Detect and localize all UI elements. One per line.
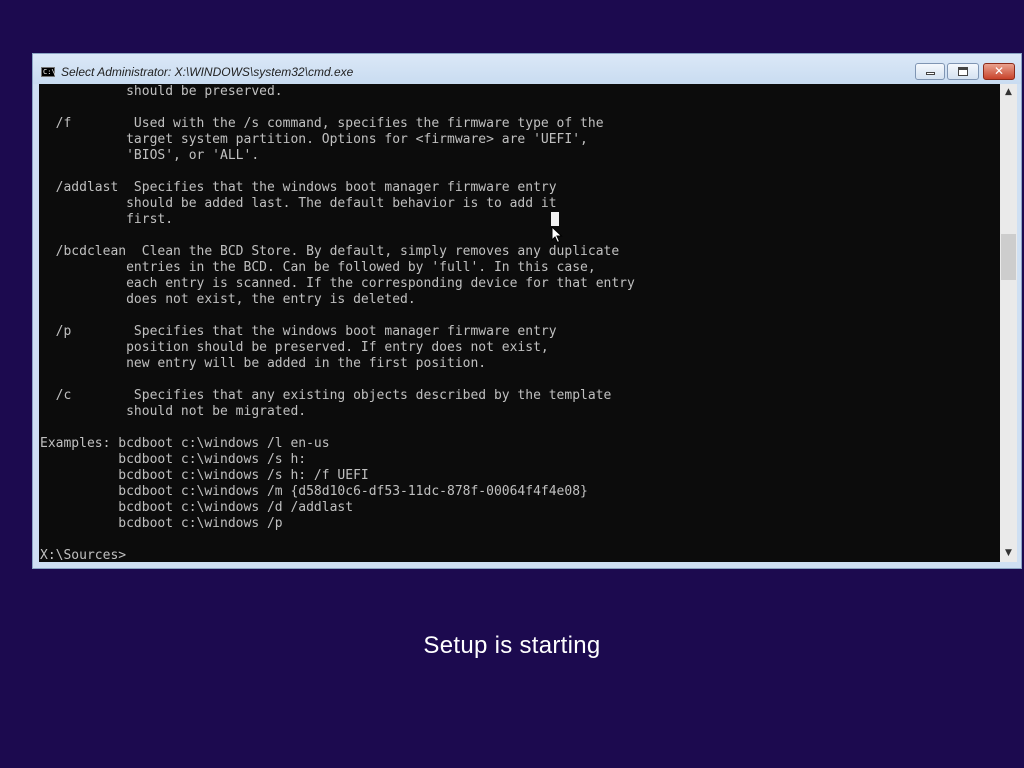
console-line: /f Used with the /s command, specifies t…: [40, 116, 604, 131]
console-output[interactable]: should be preserved. /f Used with the /s…: [39, 84, 1000, 562]
console-line: bcdboot c:\windows /p: [40, 516, 283, 531]
console-line: /addlast Specifies that the windows boot…: [40, 180, 557, 195]
cmd-window[interactable]: C:\ Select Administrator: X:\WINDOWS\sys…: [32, 53, 1022, 569]
console-line: /c Specifies that any existing objects d…: [40, 388, 612, 403]
console-line: does not exist, the entry is deleted.: [40, 292, 416, 307]
console-line: bcdboot c:\windows /m {d58d10c6-df53-11d…: [40, 484, 588, 499]
text-cursor: [551, 212, 559, 226]
minimize-icon: [926, 72, 935, 75]
mouse-pointer-icon: [551, 226, 563, 244]
scroll-down-arrow-icon[interactable]: ▼: [1000, 545, 1017, 562]
console-app-icon[interactable]: C:\: [41, 67, 56, 77]
close-icon: ✕: [993, 64, 1005, 78]
console-line: Examples: bcdboot c:\windows /l en-us: [40, 436, 330, 451]
vertical-scrollbar[interactable]: ▲ ▼: [1000, 84, 1017, 562]
console-line: bcdboot c:\windows /s h:: [40, 452, 307, 467]
minimize-button[interactable]: [915, 63, 945, 80]
console-line: should be added last. The default behavi…: [40, 196, 557, 211]
console-line: new entry will be added in the first pos…: [40, 356, 487, 371]
console-line: target system partition. Options for <fi…: [40, 132, 588, 147]
setup-status-message: Setup is starting: [423, 632, 601, 659]
scroll-thumb[interactable]: [1001, 234, 1016, 280]
console-line: bcdboot c:\windows /d /addlast: [40, 500, 354, 515]
console-line: X:\Sources>: [40, 548, 127, 562]
console-line: bcdboot c:\windows /s h: /f UEFI: [40, 468, 369, 483]
console-line: /bcdclean Clean the BCD Store. By defaul…: [40, 244, 620, 259]
title-bar[interactable]: C:\ Select Administrator: X:\WINDOWS\sys…: [33, 54, 1021, 84]
console-line: entries in the BCD. Can be followed by '…: [40, 260, 596, 275]
desktop-background: C:\ Select Administrator: X:\WINDOWS\sys…: [0, 0, 1024, 768]
maximize-button[interactable]: [947, 63, 979, 80]
console-line: each entry is scanned. If the correspond…: [40, 276, 635, 291]
console-line: /p Specifies that the windows boot manag…: [40, 324, 557, 339]
console-text: should be preserved. /f Used with the /s…: [40, 84, 635, 562]
console-line: should be preserved.: [40, 84, 283, 99]
scroll-up-arrow-icon[interactable]: ▲: [1000, 84, 1017, 101]
close-button[interactable]: ✕: [983, 63, 1015, 80]
console-line: 'BIOS', or 'ALL'.: [40, 148, 260, 163]
console-line: should not be migrated.: [40, 404, 307, 419]
window-title: Select Administrator: X:\WINDOWS\system3…: [61, 65, 354, 79]
maximize-icon: [958, 67, 968, 76]
console-line: position should be preserved. If entry d…: [40, 340, 549, 355]
console-line: first.: [40, 212, 174, 227]
